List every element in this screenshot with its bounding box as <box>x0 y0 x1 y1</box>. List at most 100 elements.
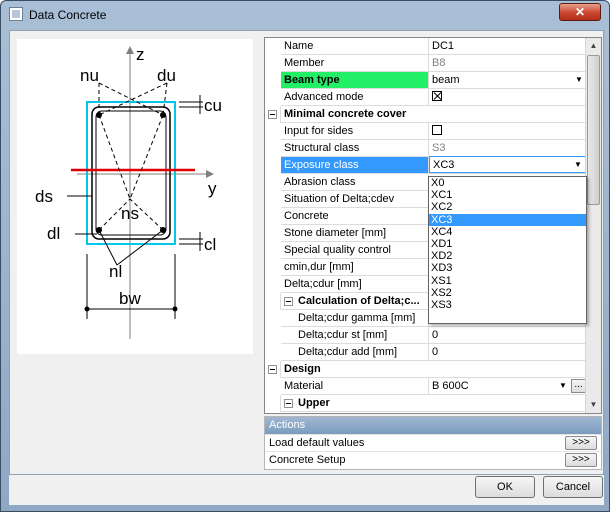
browse-button[interactable]: ... <box>571 379 586 393</box>
row-gutter <box>265 208 281 225</box>
label-ns: ns <box>121 204 139 223</box>
row-gutter <box>265 395 281 412</box>
property-row[interactable]: Structural class S3 <box>265 140 587 157</box>
chevron-down-icon[interactable]: ▼ <box>573 74 585 86</box>
property-value[interactable]: 0 <box>429 327 587 343</box>
exposure-option[interactable]: XD3 <box>429 262 586 274</box>
label-z: z <box>136 45 145 64</box>
exposure-option[interactable]: XC1 <box>429 189 586 201</box>
category-label: Minimal concrete cover <box>284 108 407 120</box>
property-value[interactable]: B8 <box>429 55 587 71</box>
scroll-thumb[interactable] <box>587 55 600 205</box>
property-row[interactable]: Minimal concrete cover <box>265 106 587 123</box>
property-value[interactable]: beam ▼ <box>429 72 587 88</box>
property-label: Structural class <box>281 140 429 156</box>
exposure-option[interactable]: XC4 <box>429 226 586 238</box>
row-gutter <box>265 140 281 157</box>
property-row[interactable]: Design <box>265 361 587 378</box>
exposure-option[interactable]: XS1 <box>429 275 586 287</box>
exposure-option[interactable]: XC3 <box>429 213 586 226</box>
property-row[interactable]: Exposure class XC3 ▼ <box>265 156 587 174</box>
property-value-text: beam <box>432 74 460 86</box>
property-row[interactable]: Delta;cdur add [mm] 0 <box>265 344 587 361</box>
property-label: Exposure class <box>281 157 429 173</box>
property-label: Stone diameter [mm] <box>281 225 429 241</box>
exposure-option[interactable]: XS2 <box>429 287 586 299</box>
window-title: Data Concrete <box>29 8 107 22</box>
collapse-icon[interactable] <box>268 365 277 374</box>
row-gutter <box>265 276 281 293</box>
exposure-option[interactable]: X0 <box>429 177 586 189</box>
chevron-down-icon[interactable]: ▼ <box>572 159 584 171</box>
property-value[interactable]: B 600C ▼... <box>429 378 587 394</box>
property-row[interactable]: Beam type beam ▼ <box>265 72 587 89</box>
scroll-up-icon[interactable]: ▲ <box>586 38 601 54</box>
property-row[interactable]: Delta;cdur st [mm] 0 <box>265 327 587 344</box>
property-value[interactable] <box>429 123 587 139</box>
label-nl: nl <box>109 262 122 281</box>
property-label: Special quality control <box>281 242 429 258</box>
property-row[interactable]: Member B8 <box>265 55 587 72</box>
section-preview: z nu du cu y ds ns dl cl nl bw <box>17 39 253 354</box>
property-value[interactable]: DC1 <box>429 38 587 54</box>
exposure-option[interactable]: XS3 <box>429 299 586 311</box>
property-value-text: B8 <box>432 57 446 69</box>
cancel-button[interactable]: Cancel <box>543 476 603 498</box>
exposure-class-dropdown-list[interactable]: X0 XC1 XC2 XC3 XC4 XD1 XD2 XD3 XS1 XS2 XS3 <box>428 176 587 324</box>
exposure-option[interactable]: XC2 <box>429 201 586 213</box>
property-value[interactable] <box>429 89 587 105</box>
scroll-down-icon[interactable]: ▼ <box>586 397 601 413</box>
action-label: Load default values <box>269 437 365 449</box>
property-label: Concrete <box>281 208 429 224</box>
property-value[interactable]: S3 <box>429 140 587 156</box>
property-row[interactable]: Name DC1 <box>265 38 587 55</box>
property-value-text: S3 <box>432 142 446 154</box>
exposure-option[interactable]: XD1 <box>429 238 586 250</box>
property-label: Delta;cdur gamma [mm] <box>295 310 429 326</box>
property-row[interactable]: Upper <box>265 395 587 412</box>
property-value[interactable]: XC3 ▼ <box>429 156 587 173</box>
property-value-text: 0 <box>432 346 439 358</box>
action-run-button[interactable]: >>> <box>565 453 597 467</box>
collapse-icon[interactable] <box>284 297 293 306</box>
row-gutter <box>265 225 281 242</box>
property-label: Situation of Delta;cdev <box>281 191 429 207</box>
label-cl: cl <box>204 235 216 254</box>
action-label: Concrete Setup <box>269 454 346 466</box>
label-cu: cu <box>204 96 222 115</box>
category-label: Design <box>284 363 321 375</box>
actions-header: Actions <box>265 417 601 434</box>
collapse-icon[interactable] <box>268 110 277 119</box>
property-grid-scrollbar[interactable]: ▲ ▼ <box>585 38 601 413</box>
property-label: Member <box>281 55 429 71</box>
property-label: Input for sides <box>281 123 429 139</box>
action-concrete-setup[interactable]: Concrete Setup >>> <box>265 451 601 468</box>
title-bar[interactable]: Data Concrete ✕ <box>1 1 609 29</box>
row-gutter <box>265 344 281 361</box>
property-value-text: XC3 <box>433 159 455 171</box>
checkbox[interactable] <box>432 125 442 135</box>
row-gutter <box>265 157 281 174</box>
row-gutter <box>265 123 281 140</box>
row-gutter <box>265 378 281 395</box>
checkbox[interactable] <box>432 91 442 101</box>
action-load-default-values[interactable]: Load default values >>> <box>265 434 601 451</box>
property-value[interactable]: 0 <box>429 344 587 360</box>
ok-button[interactable]: OK <box>475 476 535 498</box>
property-label: Material <box>281 378 429 394</box>
property-row[interactable]: Advanced mode <box>265 89 587 106</box>
property-label: cmin,dur [mm] <box>281 259 429 275</box>
row-gutter <box>265 259 281 276</box>
property-label: Delta;cdur st [mm] <box>295 327 429 343</box>
property-row[interactable]: Material B 600C ▼... <box>265 378 587 395</box>
property-row[interactable]: Input for sides <box>265 123 587 140</box>
exposure-option[interactable]: XD2 <box>429 250 586 262</box>
action-run-button[interactable]: >>> <box>565 436 597 450</box>
dialog-window: Data Concrete ✕ z nu du cu y ds ns dl cl… <box>0 0 610 512</box>
chevron-down-icon[interactable]: ▼ <box>557 380 569 392</box>
property-label: Beam type <box>281 72 429 88</box>
property-value-text: DC1 <box>432 40 455 52</box>
collapse-icon[interactable] <box>284 399 293 408</box>
beam-section-diagram: z nu du cu y ds ns dl cl nl bw <box>35 45 222 339</box>
close-button[interactable]: ✕ <box>559 3 601 21</box>
